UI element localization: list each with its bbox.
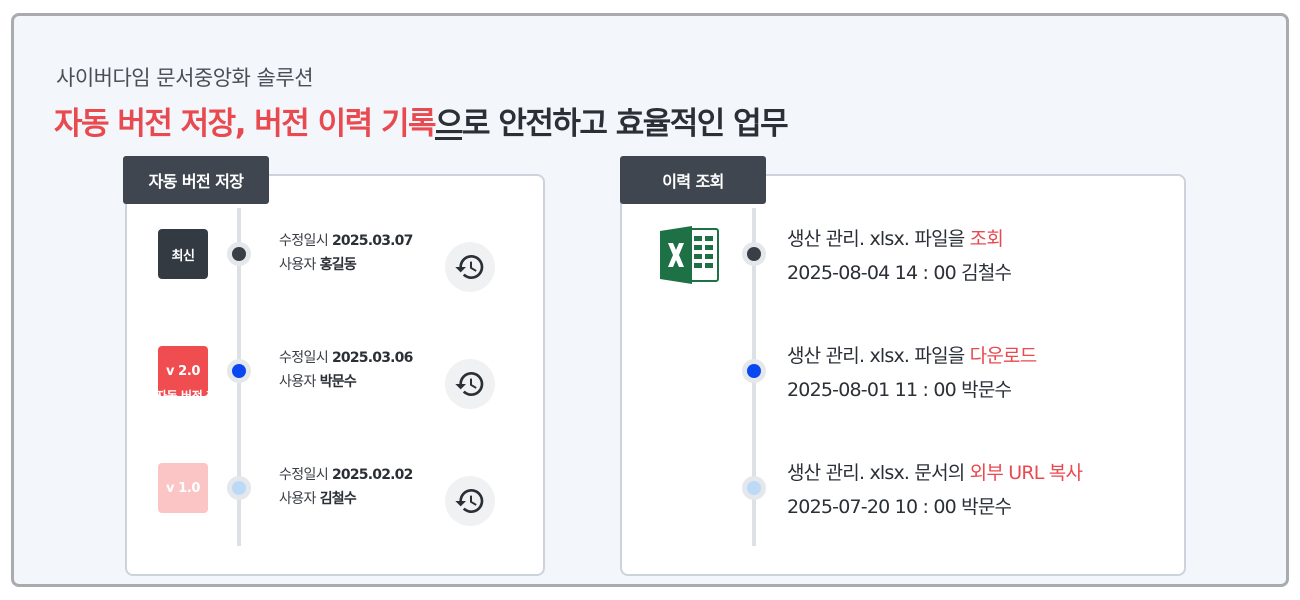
- tab-history: 이력 조회: [620, 156, 766, 204]
- timeline-dot: [227, 242, 251, 266]
- tab-auto-version: 자동 버전 저장: [123, 156, 269, 204]
- headline-rest: 로 안전하고 효율적인 업무: [462, 106, 789, 142]
- restore-history-button[interactable]: [445, 359, 495, 409]
- timeline-dot: [742, 476, 766, 500]
- auto-version-panel: 자동 버전 저장 최신 수정일시 2025.03.07 사용자 홍길동 v 2.…: [123, 156, 545, 576]
- history-entry: 생산 관리. xlsx. 문서의 외부 URL 복사 2025-07-20 10…: [787, 462, 1083, 518]
- restore-history-icon: [455, 372, 484, 396]
- history-panel: 이력 조회 생산 관리. xlsx. 파일을 조회 2025-08-04 14 …: [620, 156, 1186, 576]
- page-headline: 자동 버전 저장, 버전 이력 기록으로 안전하고 효율적인 업무: [54, 98, 789, 143]
- restore-history-icon: [455, 255, 484, 279]
- timeline-dot: [227, 476, 251, 500]
- version-meta: 수정일시 2025.03.07 사용자 홍길동: [279, 233, 413, 273]
- version-badge-latest: 최신: [158, 229, 208, 279]
- timeline-dot: [227, 359, 251, 383]
- page-subtitle: 사이버다임 문서중앙화 솔루션: [56, 66, 314, 90]
- version-meta: 수정일시 2025.02.02 사용자 김철수: [279, 467, 413, 507]
- restore-history-icon: [455, 489, 484, 513]
- timeline-dot: [742, 242, 766, 266]
- restore-history-button[interactable]: [445, 476, 495, 526]
- history-entry: 생산 관리. xlsx. 파일을 다운로드 2025-08-01 11 : 00…: [787, 345, 1037, 401]
- version-badge-v1: v 1.0: [158, 463, 208, 513]
- timeline-dot: [742, 359, 766, 383]
- version-badge-v2: v 2.0 자동 버전 저: [158, 346, 208, 396]
- excel-file-icon: [660, 226, 719, 284]
- headline-highlight: 자동 버전 저장, 버전 이력 기록: [54, 106, 436, 142]
- main-frame: 사이버다임 문서중앙화 솔루션 자동 버전 저장, 버전 이력 기록으로 안전하…: [11, 13, 1289, 587]
- history-entry: 생산 관리. xlsx. 파일을 조회 2025-08-04 14 : 00 김…: [787, 228, 1012, 284]
- restore-history-button[interactable]: [445, 242, 495, 292]
- version-meta: 수정일시 2025.03.06 사용자 박문수: [279, 350, 413, 390]
- headline-underlined: 으: [434, 106, 464, 142]
